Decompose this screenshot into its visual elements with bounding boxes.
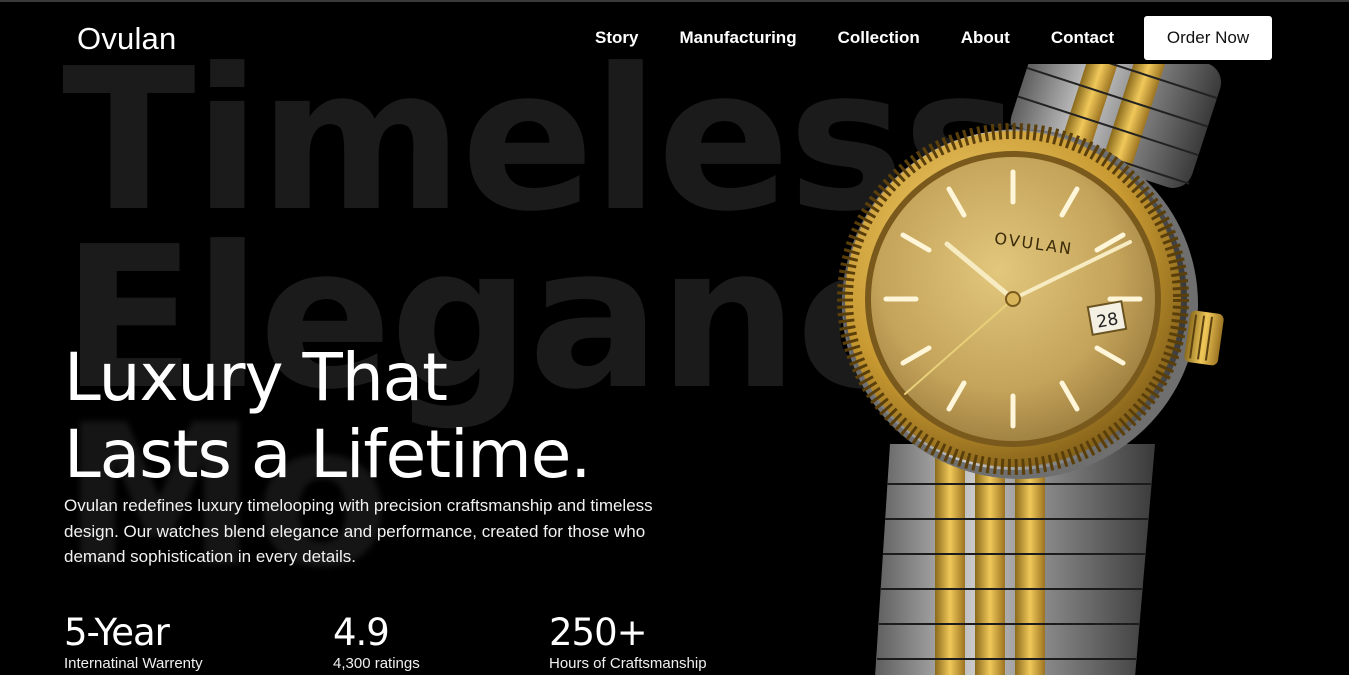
stat-value: 4.9 [333, 611, 390, 654]
hero-section: Luxury That Lasts a Lifetime. Ovulan red… [64, 339, 764, 570]
hero-title: Luxury That Lasts a Lifetime. [64, 339, 764, 493]
nav-link-contact[interactable]: Contact [1051, 28, 1114, 48]
stat-rating: 4.9 4,300 ratings [333, 611, 420, 673]
nav-link-about[interactable]: About [961, 28, 1010, 48]
stat-value: 250+ [549, 611, 648, 654]
watch-image: OVULAN 28 [835, 16, 1245, 675]
nav-link-collection[interactable]: Collection [838, 28, 920, 48]
stat-label: Hours of Craftsmanship [549, 655, 707, 672]
nav-link-manufacturing[interactable]: Manufacturing [679, 28, 796, 48]
nav-links: Story Manufacturing Collection About Con… [595, 28, 1155, 48]
order-now-button[interactable]: Order Now [1144, 16, 1272, 60]
stat-warranty: 5-Year Internatinal Warrenty [64, 611, 203, 673]
watch-illustration: OVULAN 28 [837, 16, 1224, 675]
stats-row: 5-Year Internatinal Warrenty 4.9 4,300 r… [64, 612, 764, 675]
stat-value: 5-Year [64, 611, 170, 654]
hero-title-line-1: Luxury That [64, 339, 448, 416]
brand-logo[interactable]: Ovulan [77, 21, 176, 57]
stat-label: 4,300 ratings [333, 655, 420, 672]
hero-description: Ovulan redefines luxury timelooping with… [64, 496, 653, 566]
top-navbar: Ovulan Story Manufacturing Collection Ab… [0, 2, 1349, 74]
watermark-word-1: Timeless [62, 27, 1019, 255]
stat-label: Internatinal Warrenty [64, 655, 203, 672]
date-window-text: 28 [1095, 309, 1120, 332]
nav-link-story[interactable]: Story [595, 28, 638, 48]
stat-craftsmanship: 250+ Hours of Craftsmanship [549, 611, 707, 673]
hero-title-line-2: Lasts a Lifetime. [64, 416, 591, 493]
landing-page: Timeless Elegance Mo Ovulan Story Manufa… [0, 0, 1349, 675]
